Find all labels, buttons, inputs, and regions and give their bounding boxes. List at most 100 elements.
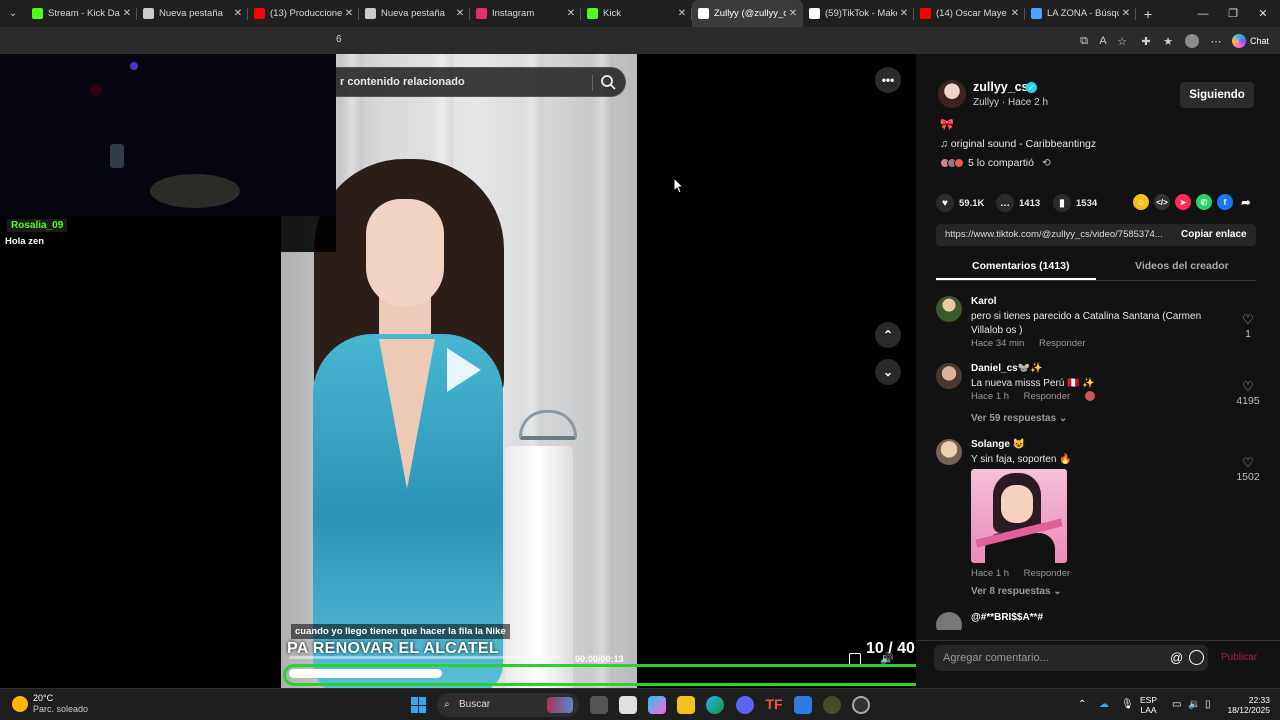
monitor-icon[interactable]: ▭ (1172, 699, 1181, 710)
browser-tab[interactable]: Nueva pestaña ✕ (137, 0, 248, 27)
extensions-icon[interactable]: ✚ (1138, 33, 1154, 49)
browser-tab[interactable]: (14) Oscar Maye ✕ (914, 0, 1025, 27)
address-bar[interactable]: 6 ⧉ A ☆ ✚ ★ ⋯ Chat (0, 27, 1280, 54)
commenter-name[interactable]: Solange 😺 (971, 439, 1025, 450)
browser-tab[interactable]: LA ZONA - Búsqued✕ (1025, 0, 1136, 27)
minimize-button[interactable]: — (1188, 0, 1218, 27)
commenter-name[interactable]: @#**BRI$$A**# (971, 612, 1043, 623)
reply-link[interactable]: Responder (1024, 391, 1070, 402)
address-text[interactable]: 6 (336, 34, 342, 45)
close-tab-icon[interactable]: ✕ (1119, 8, 1133, 19)
embed-code-icon[interactable]: </> (1154, 194, 1170, 210)
reply-link[interactable]: Responder (1024, 568, 1070, 579)
open-external-icon[interactable]: ⧉ (1076, 33, 1092, 49)
file-explorer-icon[interactable] (677, 696, 695, 714)
close-tab-icon[interactable]: ✕ (453, 8, 467, 19)
more-options-icon[interactable]: ••• (875, 67, 901, 93)
close-tab-icon[interactable]: ✕ (120, 8, 134, 19)
view-replies-link[interactable]: Ver 59 respuestas ⌄ (971, 413, 1067, 424)
save-stat[interactable]: ▮ 1534 (1053, 194, 1097, 212)
like-stat[interactable]: ♥ 59.1K (936, 194, 984, 212)
send-icon[interactable]: ➤ (1175, 194, 1191, 210)
edge-browser-icon[interactable] (706, 696, 724, 714)
commenter-name[interactable]: Karol (971, 296, 997, 307)
commenter-avatar[interactable] (936, 439, 962, 465)
maximize-button[interactable]: ❐ (1218, 0, 1248, 27)
browser-tab[interactable]: (59)TikTok - Make Yo✕ (803, 0, 914, 27)
comment-sticker-image[interactable] (971, 469, 1067, 563)
shared-by[interactable]: 5 lo compartió ⟲ (940, 157, 1051, 169)
commenter-avatar[interactable] (936, 363, 962, 389)
emoji-icon[interactable] (1189, 650, 1204, 665)
onedrive-icon[interactable]: ☁ (1099, 699, 1109, 710)
tray-overflow-icon[interactable]: ⌃ (1078, 699, 1086, 710)
publish-button[interactable]: Publicar (1221, 652, 1257, 663)
microphone-icon[interactable]: 🎙 (1121, 699, 1134, 710)
chevron-down-icon[interactable]: ⌄ (875, 359, 901, 385)
favorites-icon[interactable]: ★ (1160, 33, 1176, 49)
browser-tab[interactable]: Nueva pestaña ✕ (359, 0, 470, 27)
chevron-up-icon[interactable]: ⌃ (875, 322, 901, 348)
taskbar-search[interactable]: ⌕ Buscar (437, 693, 579, 717)
close-tab-icon[interactable]: ✕ (564, 8, 578, 19)
store-icon[interactable] (619, 696, 637, 714)
photos-icon[interactable] (794, 696, 812, 714)
share-arrow-icon[interactable]: ➦ (1238, 194, 1254, 210)
related-search-text[interactable]: r contenido relacionado (340, 76, 465, 88)
following-button[interactable]: Siguiendo (1180, 82, 1254, 108)
tab-creator-videos[interactable]: Videos del creador (1135, 260, 1229, 272)
more-menu-icon[interactable]: ⋯ (1208, 33, 1224, 49)
play-icon[interactable] (447, 348, 481, 392)
comment-stat[interactable]: … 1413 (996, 194, 1040, 212)
comment-like[interactable]: ♡ 1502 (1228, 455, 1268, 483)
comment-like[interactable]: ♡ 1 (1228, 312, 1268, 340)
creator-display-name[interactable]: Zullyy (973, 97, 999, 108)
tab-comments[interactable]: Comentarios (1413) (972, 260, 1069, 272)
language-indicator[interactable]: ESP LAA (1140, 695, 1157, 715)
commenter-avatar[interactable] (936, 612, 962, 630)
copilot-chat-button[interactable]: Chat (1232, 32, 1269, 49)
commenter-name[interactable]: Daniel_cs🐭✨ (971, 363, 1043, 374)
coin-icon[interactable]: ☺ (1133, 194, 1149, 210)
view-replies-link[interactable]: Ver 8 respuestas ⌄ (971, 586, 1062, 597)
close-tab-icon[interactable]: ✕ (786, 8, 800, 19)
app-icon[interactable] (823, 696, 841, 714)
close-tab-icon[interactable]: ✕ (231, 8, 245, 19)
close-window-button[interactable]: ✕ (1248, 0, 1278, 27)
comment-input[interactable]: Agregar comentario... @ (934, 645, 1208, 671)
tab-actions-menu[interactable]: ⌄ (0, 0, 26, 27)
close-tab-icon[interactable]: ✕ (342, 8, 356, 19)
profile-avatar-icon[interactable] (1184, 33, 1200, 49)
browser-tab[interactable]: Zullyy (@zullyy_cs) d✕ (692, 0, 803, 27)
reply-link[interactable]: Responder (1039, 338, 1085, 349)
sound-link[interactable]: ♫ original sound - Caribbeantingz (940, 138, 1096, 150)
translate-icon[interactable]: A (1095, 33, 1111, 49)
comment-like[interactable]: ♡ 4195 (1228, 379, 1268, 407)
browser-tab[interactable]: Stream - Kick Dashb✕ (26, 0, 137, 27)
browser-tab[interactable]: Instagram ✕ (470, 0, 581, 27)
battery-icon[interactable]: ▯ (1205, 699, 1211, 710)
windows-start-icon[interactable] (411, 697, 427, 713)
whatsapp-icon[interactable]: ✆ (1196, 194, 1212, 210)
creator-handle[interactable]: zullyy_cs (973, 80, 1029, 94)
clock[interactable]: 22:33 18/12/2025 (1222, 695, 1270, 715)
facebook-icon[interactable]: f (1217, 194, 1233, 210)
close-tab-icon[interactable]: ✕ (675, 8, 689, 19)
search-icon[interactable] (599, 73, 617, 91)
new-tab-button[interactable]: + (1136, 6, 1160, 22)
creator-avatar[interactable] (938, 80, 966, 108)
browser-tab[interactable]: (13) Producciones le✕ (248, 0, 359, 27)
copilot-app-icon[interactable] (648, 696, 666, 714)
weather-widget[interactable]: 20°C Parc. soleado (12, 693, 88, 715)
mention-icon[interactable]: @ (1170, 650, 1183, 665)
favorite-star-icon[interactable]: ☆ (1114, 33, 1130, 49)
close-tab-icon[interactable]: ✕ (1008, 8, 1022, 19)
obs-icon[interactable] (852, 696, 870, 714)
close-tab-icon[interactable]: ✕ (897, 8, 911, 19)
speaker-icon[interactable]: 🔉 (1188, 699, 1200, 710)
task-view-icon[interactable] (590, 696, 608, 714)
share-url[interactable]: https://www.tiktok.com/@zullyy_cs/video/… (945, 229, 1170, 240)
copy-link-button[interactable]: Copiar enlace (1181, 229, 1247, 240)
commenter-avatar[interactable] (936, 296, 962, 322)
tf-app-icon[interactable]: TF (765, 696, 783, 714)
